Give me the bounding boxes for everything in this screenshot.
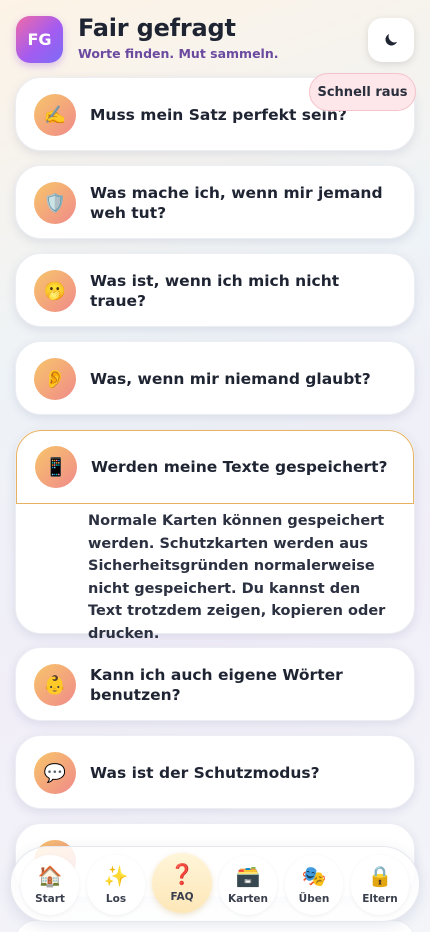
nav-label: Los [105, 893, 127, 905]
speech-bubble-icon: 💬 [34, 752, 76, 794]
faq-question: Was, wenn mir niemand glaubt? [90, 370, 371, 388]
nav-item-ueben[interactable]: 🎭 Üben [285, 855, 343, 915]
ear-icon: 👂 [34, 358, 76, 400]
shield-icon: 🛡️ [34, 182, 76, 224]
nav-label: Start [35, 893, 65, 905]
bottom-navigation: 🏠 Start ✨ Los ❓ FAQ 🗃️ Karten 🎭 Üben 🔒 E… [10, 846, 420, 922]
house-icon: 🏠 [37, 864, 63, 888]
app-title: Fair gefragt [78, 14, 236, 42]
faq-question: Kann ich auch eigene Wörter benutzen? [90, 666, 343, 704]
faq-item[interactable]: 💬 Was ist der Schutzmodus? [15, 735, 415, 809]
faq-question: Was ist, wenn ich mich nicht traue? [90, 272, 340, 310]
faq-question: Was ist der Schutzmodus? [90, 764, 320, 782]
app-header: FG Fair gefragt Worte finden. Mut sammel… [0, 0, 430, 80]
lock-icon: 🔒 [367, 864, 393, 888]
app-logo: FG [16, 16, 63, 63]
faq-answer: Normale Karten können gespeichert werden… [88, 513, 386, 642]
nav-label: Eltern [362, 893, 398, 905]
nav-item-eltern[interactable]: 🔒 Eltern [351, 855, 409, 915]
faq-item[interactable]: 👂 Was, wenn mir niemand glaubt? [15, 341, 415, 415]
card-box-icon: 🗃️ [235, 864, 261, 888]
nav-item-faq[interactable]: ❓ FAQ [152, 853, 212, 913]
theme-toggle-button[interactable] [368, 18, 414, 62]
nav-label: FAQ [170, 891, 194, 903]
nav-item-start[interactable]: 🏠 Start [21, 855, 79, 915]
face-hand-over-mouth-icon: 🫢 [34, 270, 76, 312]
faq-item[interactable]: 👶 Kann ich auch eigene Wörter benutzen? [15, 647, 415, 721]
quick-exit-button[interactable]: Schnell raus [309, 73, 416, 111]
question-mark-icon: ❓ [169, 862, 195, 886]
moon-icon [385, 34, 397, 46]
faq-question: Was mache ich, wenn mir jemand weh tut? [90, 184, 383, 222]
faq-item-expanded[interactable]: 📱 Werden meine Texte gespeichert? Normal… [15, 429, 415, 642]
faq-question: Werden meine Texte gespeichert? [91, 458, 388, 476]
app-subtitle: Worte finden. Mut sammeln. [78, 46, 279, 61]
nav-item-los[interactable]: ✨ Los [87, 855, 145, 915]
faq-item[interactable]: 🛡️ Was mache ich, wenn mir jemand weh tu… [15, 165, 415, 239]
theater-masks-icon: 🎭 [301, 864, 327, 888]
child-icon: 👶 [34, 664, 76, 706]
sparkles-icon: ✨ [103, 864, 129, 888]
nav-label: Üben [298, 893, 330, 905]
nav-label: Karten [227, 893, 269, 905]
nav-item-karten[interactable]: 🗃️ Karten [219, 855, 277, 915]
writing-hand-icon: ✍️ [34, 94, 76, 136]
faq-item[interactable]: 🫢 Was ist, wenn ich mich nicht traue? [15, 253, 415, 327]
phone-icon: 📱 [35, 446, 77, 488]
